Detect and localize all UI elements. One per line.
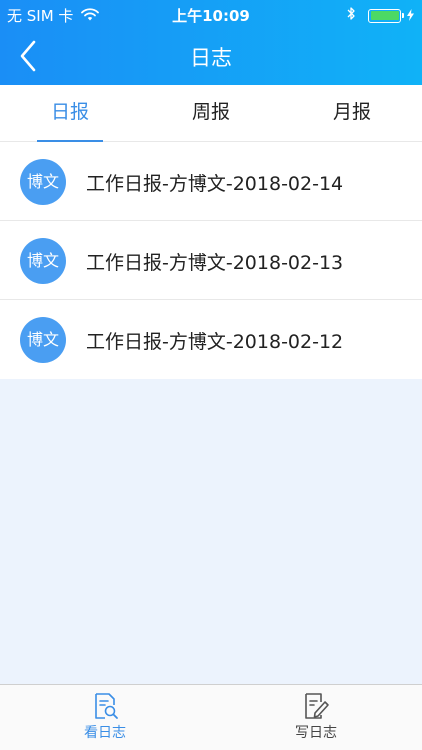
tab-monthly[interactable]: 月报 xyxy=(282,85,422,142)
view-log-icon xyxy=(95,693,118,719)
avatar: 博文 xyxy=(20,317,66,363)
header: 无 SIM 卡 上午10:09 日志 xyxy=(0,0,422,85)
navbar: 日志 xyxy=(0,28,422,85)
avatar: 博文 xyxy=(20,238,66,284)
write-log-icon xyxy=(305,693,329,719)
list-item-title: 工作日报-方博文-2018-02-13 xyxy=(86,252,344,274)
log-list: 博文 工作日报-方博文-2018-02-14 博文 工作日报-方博文-2018-… xyxy=(0,142,422,379)
charging-bolt-icon xyxy=(407,7,414,25)
battery-fill xyxy=(370,11,399,20)
page-title: 日志 xyxy=(190,46,232,70)
bottom-tabbar: 看日志 写日志 xyxy=(0,684,422,750)
list-item-title: 工作日报-方博文-2018-02-14 xyxy=(86,173,344,195)
back-button[interactable] xyxy=(14,38,46,74)
battery-icon xyxy=(368,8,404,23)
list-item[interactable]: 博文 工作日报-方博文-2018-02-14 xyxy=(0,142,422,221)
tab-daily[interactable]: 日报 xyxy=(0,85,140,142)
tabbar-label: 写日志 xyxy=(295,725,337,741)
list-item[interactable]: 博文 工作日报-方博文-2018-02-13 xyxy=(0,221,422,300)
list-item-title: 工作日报-方博文-2018-02-12 xyxy=(86,331,344,353)
chevron-left-icon xyxy=(20,40,36,72)
status-bar: 无 SIM 卡 上午10:09 xyxy=(0,0,422,28)
report-tabs: 日报 周报 月报 xyxy=(0,85,422,142)
list-item[interactable]: 博文 工作日报-方博文-2018-02-12 xyxy=(0,300,422,379)
tabbar-write-log[interactable]: 写日志 xyxy=(256,685,376,750)
bluetooth-icon xyxy=(347,6,356,25)
tabbar-view-log[interactable]: 看日志 xyxy=(45,685,165,750)
tabbar-label: 看日志 xyxy=(84,725,126,741)
avatar: 博文 xyxy=(20,159,66,205)
tab-weekly[interactable]: 周报 xyxy=(141,85,281,142)
status-right xyxy=(347,6,414,25)
